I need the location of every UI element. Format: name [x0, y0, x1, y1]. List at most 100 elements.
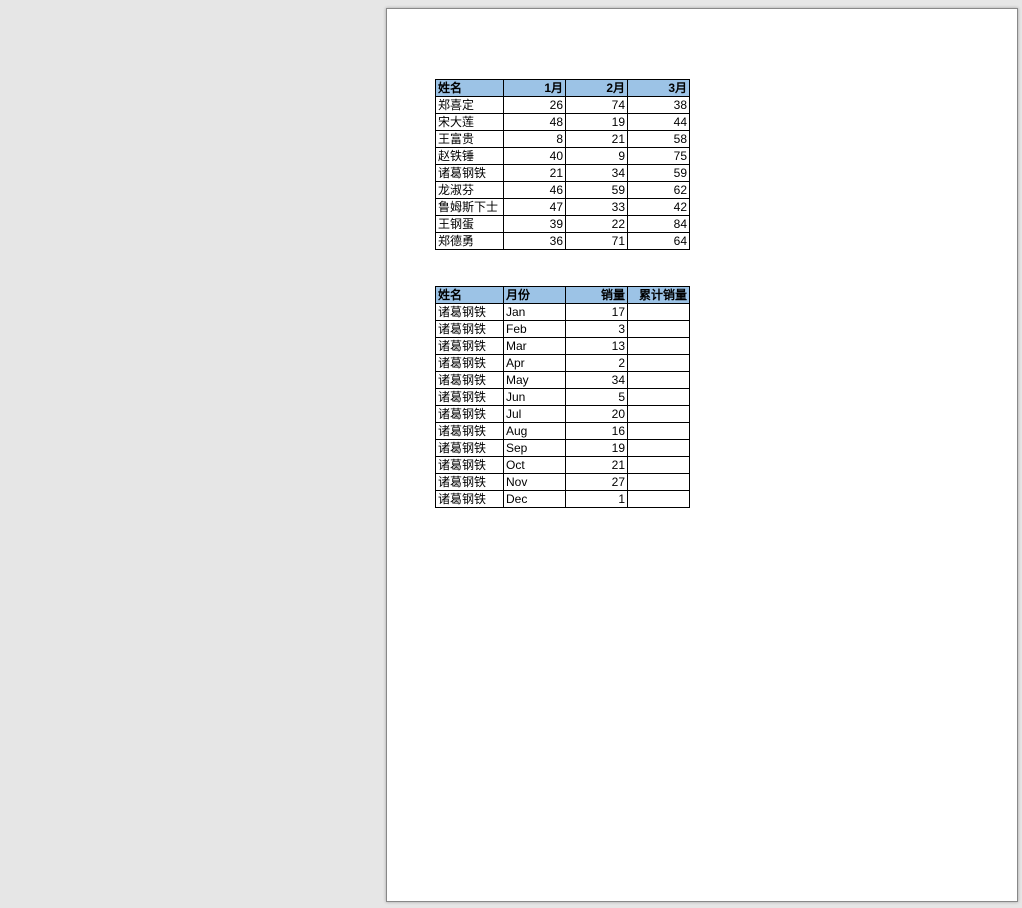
header-jan: 1月 [504, 80, 566, 97]
table-row: 诸葛钢铁Aug16 [436, 423, 690, 440]
cell-month: Sep [504, 440, 566, 457]
table-row: 诸葛钢铁213459 [436, 165, 690, 182]
cell-month: Apr [504, 355, 566, 372]
table-row: 诸葛钢铁Sep19 [436, 440, 690, 457]
cell-mar: 44 [628, 114, 690, 131]
cell-cum [628, 372, 690, 389]
cell-mar: 64 [628, 233, 690, 250]
cell-sales: 19 [566, 440, 628, 457]
cell-month: Dec [504, 491, 566, 508]
cell-mar: 62 [628, 182, 690, 199]
table-row: 诸葛钢铁Mar13 [436, 338, 690, 355]
cell-month: Jun [504, 389, 566, 406]
cell-name: 诸葛钢铁 [436, 338, 504, 355]
cell-cum [628, 440, 690, 457]
cell-name: 郑喜定 [436, 97, 504, 114]
cell-feb: 71 [566, 233, 628, 250]
cell-cum [628, 338, 690, 355]
cell-sales: 1 [566, 491, 628, 508]
table-row: 郑喜定267438 [436, 97, 690, 114]
cell-feb: 33 [566, 199, 628, 216]
header-feb: 2月 [566, 80, 628, 97]
cell-name: 诸葛钢铁 [436, 474, 504, 491]
table-row: 赵铁锤40975 [436, 148, 690, 165]
table-row: 诸葛钢铁Nov27 [436, 474, 690, 491]
cell-sales: 20 [566, 406, 628, 423]
table-row: 诸葛钢铁Dec1 [436, 491, 690, 508]
cell-cum [628, 355, 690, 372]
table-row: 诸葛钢铁Feb3 [436, 321, 690, 338]
table-monthly-sales: 姓名 1月 2月 3月 郑喜定267438宋大莲481944王富贵82158赵铁… [435, 79, 690, 250]
cell-jan: 36 [504, 233, 566, 250]
cell-feb: 9 [566, 148, 628, 165]
cell-sales: 5 [566, 389, 628, 406]
cell-name: 诸葛钢铁 [436, 423, 504, 440]
cell-month: Mar [504, 338, 566, 355]
cell-name: 诸葛钢铁 [436, 321, 504, 338]
cell-sales: 13 [566, 338, 628, 355]
table-row: 王钢蛋392284 [436, 216, 690, 233]
cell-mar: 59 [628, 165, 690, 182]
cell-sales: 3 [566, 321, 628, 338]
cell-month: May [504, 372, 566, 389]
cell-feb: 21 [566, 131, 628, 148]
cell-name: 宋大莲 [436, 114, 504, 131]
table-row: 诸葛钢铁May34 [436, 372, 690, 389]
cell-cum [628, 474, 690, 491]
cell-name: 王钢蛋 [436, 216, 504, 233]
cell-jan: 46 [504, 182, 566, 199]
cell-mar: 75 [628, 148, 690, 165]
cell-month: Feb [504, 321, 566, 338]
cell-name: 王富贵 [436, 131, 504, 148]
header-sales: 销量 [566, 287, 628, 304]
cell-sales: 21 [566, 457, 628, 474]
table-person-monthly: 姓名 月份 销量 累计销量 诸葛钢铁Jan17诸葛钢铁Feb3诸葛钢铁Mar13… [435, 286, 690, 508]
cell-cum [628, 389, 690, 406]
cell-sales: 17 [566, 304, 628, 321]
header-name: 姓名 [436, 80, 504, 97]
header-name: 姓名 [436, 287, 504, 304]
cell-sales: 16 [566, 423, 628, 440]
table-row: 宋大莲481944 [436, 114, 690, 131]
table-row: 郑德勇367164 [436, 233, 690, 250]
cell-month: Jul [504, 406, 566, 423]
cell-name: 诸葛钢铁 [436, 491, 504, 508]
cell-cum [628, 321, 690, 338]
cell-jan: 8 [504, 131, 566, 148]
cell-month: Oct [504, 457, 566, 474]
cell-jan: 39 [504, 216, 566, 233]
cell-mar: 42 [628, 199, 690, 216]
cell-name: 诸葛钢铁 [436, 355, 504, 372]
page-content: 姓名 1月 2月 3月 郑喜定267438宋大莲481944王富贵82158赵铁… [387, 9, 1017, 508]
table-header-row: 姓名 1月 2月 3月 [436, 80, 690, 97]
table-row: 龙淑芬465962 [436, 182, 690, 199]
cell-name: 鲁姆斯下士 [436, 199, 504, 216]
table-header-row: 姓名 月份 销量 累计销量 [436, 287, 690, 304]
cell-sales: 2 [566, 355, 628, 372]
header-cum: 累计销量 [628, 287, 690, 304]
table-row: 诸葛钢铁Apr2 [436, 355, 690, 372]
cell-feb: 74 [566, 97, 628, 114]
cell-month: Nov [504, 474, 566, 491]
table-row: 诸葛钢铁Oct21 [436, 457, 690, 474]
header-mar: 3月 [628, 80, 690, 97]
cell-mar: 58 [628, 131, 690, 148]
cell-name: 诸葛钢铁 [436, 406, 504, 423]
cell-feb: 59 [566, 182, 628, 199]
cell-name: 诸葛钢铁 [436, 304, 504, 321]
cell-month: Aug [504, 423, 566, 440]
cell-cum [628, 304, 690, 321]
cell-name: 赵铁锤 [436, 148, 504, 165]
cell-name: 诸葛钢铁 [436, 457, 504, 474]
cell-feb: 19 [566, 114, 628, 131]
cell-feb: 34 [566, 165, 628, 182]
cell-jan: 48 [504, 114, 566, 131]
document-page: 姓名 1月 2月 3月 郑喜定267438宋大莲481944王富贵82158赵铁… [386, 8, 1018, 902]
table-row: 诸葛钢铁Jun5 [436, 389, 690, 406]
cell-name: 诸葛钢铁 [436, 389, 504, 406]
cell-mar: 84 [628, 216, 690, 233]
cell-sales: 34 [566, 372, 628, 389]
cell-name: 诸葛钢铁 [436, 165, 504, 182]
cell-cum [628, 423, 690, 440]
cell-month: Jan [504, 304, 566, 321]
